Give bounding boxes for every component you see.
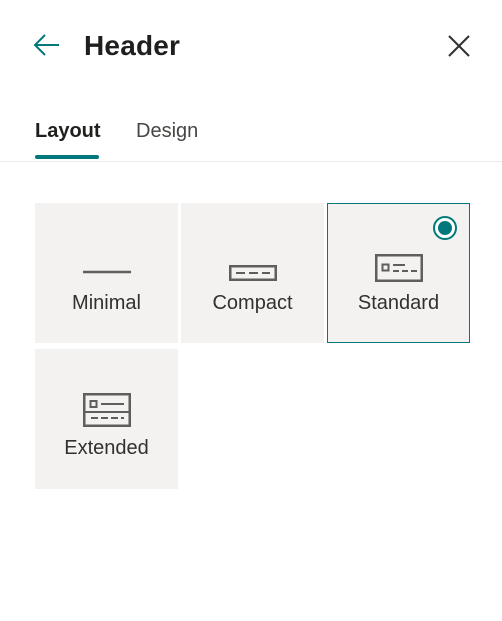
close-icon xyxy=(448,35,470,57)
back-button[interactable] xyxy=(30,30,62,60)
layout-option-label: Standard xyxy=(357,292,440,314)
tab-layout[interactable]: Layout xyxy=(35,118,101,144)
standard-header-icon xyxy=(374,254,423,282)
panel-header: Header xyxy=(0,0,502,92)
minimal-header-icon xyxy=(82,270,131,274)
extended-header-icon xyxy=(82,393,131,427)
layout-option-label: Minimal xyxy=(72,292,141,314)
header-settings-panel: Header Layout Design Minimal Compact Sta… xyxy=(0,0,502,621)
layout-option-label: Extended xyxy=(64,437,149,459)
compact-header-icon xyxy=(228,265,277,281)
layout-option-standard[interactable]: Standard xyxy=(327,203,470,343)
active-tab-indicator xyxy=(35,155,99,159)
layout-option-label: Compact xyxy=(212,292,293,314)
arrow-left-icon xyxy=(33,34,59,56)
tab-design[interactable]: Design xyxy=(136,118,198,144)
selected-radio-icon xyxy=(433,216,457,240)
close-button[interactable] xyxy=(444,31,474,61)
layout-option-minimal[interactable]: Minimal xyxy=(35,203,178,343)
layout-option-compact[interactable]: Compact xyxy=(181,203,324,343)
tab-bar: Layout Design xyxy=(0,106,502,162)
panel-title: Header xyxy=(84,30,181,61)
layout-option-extended[interactable]: Extended xyxy=(35,349,178,489)
